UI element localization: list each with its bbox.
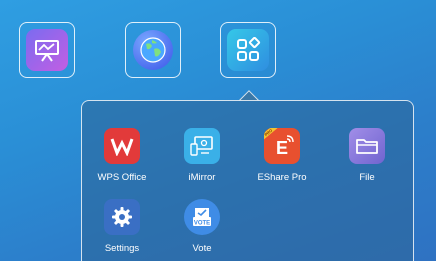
app-label: Settings (104, 243, 140, 254)
gear-icon (104, 199, 140, 235)
app-drawer-panel: WPS Office iMirror E PRO EShare Pro File… (81, 100, 414, 261)
app-settings[interactable]: Settings (82, 199, 162, 254)
app-label: iMirror (188, 172, 216, 183)
eshare-pro-icon: E PRO (264, 128, 300, 164)
app-label: EShare Pro (257, 172, 307, 183)
apps-grid-icon (227, 29, 269, 71)
imirror-icon (184, 128, 220, 164)
whiteboard-icon (26, 29, 68, 71)
dock-apps-button[interactable] (220, 22, 276, 78)
app-wps-office[interactable]: WPS Office (82, 128, 162, 183)
app-vote[interactable]: VOTE Vote (162, 199, 242, 254)
wps-office-icon (104, 128, 140, 164)
app-imirror[interactable]: iMirror (162, 128, 242, 183)
app-label: Vote (192, 243, 212, 254)
vote-icon: VOTE (184, 199, 220, 235)
dock-whiteboard-button[interactable] (19, 22, 75, 78)
app-eshare-pro[interactable]: E PRO EShare Pro (242, 128, 322, 183)
app-label: WPS Office (97, 172, 147, 183)
svg-text:E: E (276, 138, 288, 158)
browser-globe-icon (133, 30, 173, 70)
dock-browser-button[interactable] (125, 22, 181, 78)
app-label: File (359, 172, 375, 183)
vote-badge: VOTE (194, 221, 210, 227)
app-file[interactable]: File (327, 128, 407, 183)
folder-icon (349, 128, 385, 164)
